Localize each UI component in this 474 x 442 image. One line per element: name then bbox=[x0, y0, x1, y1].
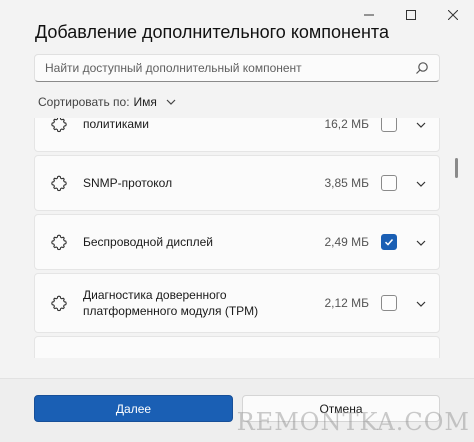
chevron-down-icon[interactable] bbox=[415, 177, 427, 189]
dialog-title: Добавление дополнительного компонента bbox=[35, 22, 389, 42]
feature-name: политиками bbox=[83, 118, 149, 131]
feature-checkbox[interactable] bbox=[381, 118, 397, 132]
feature-row[interactable]: SNMP-протокол 3,85 МБ bbox=[34, 155, 440, 211]
gear-icon bbox=[50, 174, 68, 192]
search-icon[interactable] bbox=[415, 61, 429, 75]
search-box[interactable] bbox=[34, 54, 440, 82]
feature-name: Беспроводной дисплей bbox=[83, 235, 213, 249]
feature-size: 3,85 МБ bbox=[324, 176, 369, 190]
gear-icon bbox=[50, 294, 68, 312]
sort-label: Сортировать по: bbox=[38, 95, 130, 109]
maximize-icon bbox=[406, 10, 416, 20]
feature-checkbox[interactable] bbox=[381, 175, 397, 191]
feature-row[interactable]: Диагностика доверенного платформенного м… bbox=[34, 273, 440, 333]
next-button[interactable]: Далее bbox=[34, 395, 233, 422]
checkmark-icon bbox=[384, 238, 394, 246]
close-icon bbox=[448, 10, 458, 20]
chevron-down-icon bbox=[166, 99, 176, 105]
sort-value: Имя bbox=[133, 95, 157, 109]
watermark: REMONTKA.COM bbox=[236, 408, 470, 436]
gear-icon bbox=[50, 233, 68, 251]
chevron-down-icon[interactable] bbox=[415, 118, 427, 130]
gear-icon bbox=[50, 118, 68, 133]
chevron-down-icon[interactable] bbox=[415, 236, 427, 248]
feature-row[interactable]: Беспроводной дисплей 2,49 МБ bbox=[34, 214, 440, 270]
chevron-down-icon[interactable] bbox=[415, 297, 427, 309]
feature-checkbox[interactable] bbox=[381, 234, 397, 250]
feature-name: SNMP-протокол bbox=[83, 176, 173, 190]
feature-list: политиками 16,2 МБ SNMP-протокол 3,85 МБ Бес… bbox=[34, 118, 442, 358]
feature-row[interactable]: политиками 16,2 МБ bbox=[34, 118, 440, 152]
search-input[interactable] bbox=[45, 61, 415, 75]
sort-dropdown[interactable]: Сортировать по: Имя bbox=[38, 95, 177, 109]
feature-checkbox[interactable] bbox=[381, 295, 397, 311]
minimize-icon bbox=[364, 14, 374, 16]
feature-size: 2,49 МБ bbox=[324, 235, 369, 249]
scrollbar-thumb[interactable] bbox=[455, 158, 458, 178]
feature-size: 16,2 МБ bbox=[324, 118, 369, 131]
feature-row-partial[interactable] bbox=[34, 336, 440, 358]
close-button[interactable] bbox=[432, 0, 474, 30]
maximize-button[interactable] bbox=[390, 0, 432, 30]
add-optional-feature-dialog: Добавление дополнительного компонента Со… bbox=[0, 0, 474, 442]
feature-size: 2,12 МБ bbox=[324, 296, 369, 310]
feature-name: Диагностика доверенного платформенного м… bbox=[83, 288, 259, 318]
